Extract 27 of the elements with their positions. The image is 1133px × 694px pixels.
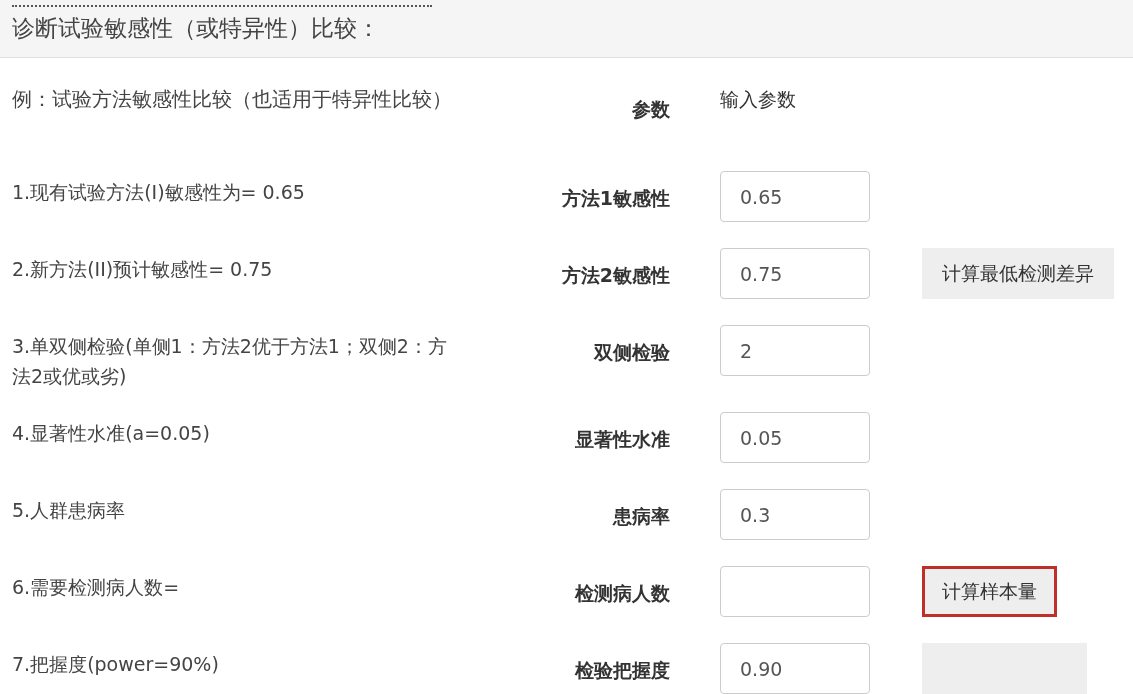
parameter-label: 显著性水准 <box>575 427 670 453</box>
input-field[interactable]: 2 <box>720 325 870 376</box>
column-header: 参数 <box>632 97 670 122</box>
step-description: 2.新方法(II)预计敏感性= 0.75 <box>12 257 274 282</box>
calculate-button[interactable]: 计算最低检测差异 <box>922 248 1114 299</box>
input-field[interactable]: 0.75 <box>720 248 870 299</box>
parameter-label: 双侧检验 <box>594 340 670 366</box>
parameter-label: 患病率 <box>613 504 670 530</box>
step-description: 7.把握度(power=90%) <box>12 652 220 677</box>
parameter-label: 检验把握度 <box>575 658 670 684</box>
step-description: 4.显著性水准(a=0.05) <box>12 421 211 446</box>
column-header: 输入参数 <box>720 88 796 110</box>
input-field[interactable]: 0.3 <box>720 489 870 540</box>
input-field[interactable] <box>720 566 870 617</box>
parameter-label: 检测病人数 <box>575 581 670 607</box>
parameter-label: 方法1敏感性 <box>561 186 670 212</box>
step-description: 1.现有试验方法(I)敏感性为= 0.65 <box>12 180 306 205</box>
input-field[interactable]: 0.90 <box>720 643 870 694</box>
calculate-button[interactable]: 计算样本量 <box>922 566 1057 617</box>
input-field[interactable]: 0.65 <box>720 171 870 222</box>
step-description: 5.人群患病率 <box>12 498 127 523</box>
parameter-label: 方法2敏感性 <box>561 263 670 289</box>
input-field[interactable]: 0.05 <box>720 412 870 463</box>
step-description: 6.需要检测病人数= <box>12 575 181 600</box>
step-description: 3.单双侧检验(单侧1：方法2优于方法1；双侧2：方法2或优或劣) <box>12 334 448 389</box>
section-title: 诊断试验敏感性（或特异性）比较： <box>12 14 380 43</box>
example-text: 例：试验方法敏感性比较（也适用于特异性比较） <box>12 86 452 113</box>
